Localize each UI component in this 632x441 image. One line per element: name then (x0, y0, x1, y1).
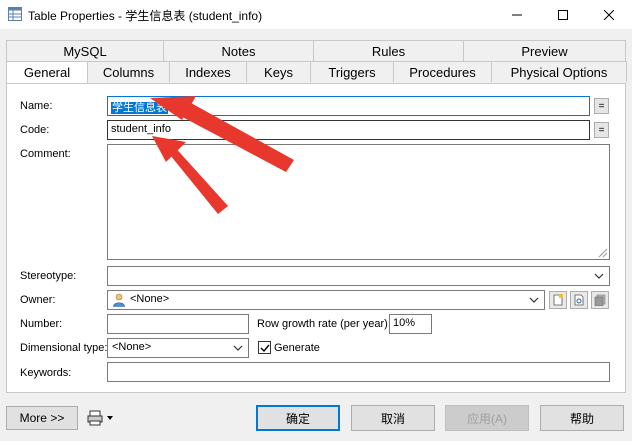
tab-keys[interactable]: Keys (246, 61, 311, 82)
tab-mysql[interactable]: MySQL (6, 40, 164, 61)
tab-rules[interactable]: Rules (313, 40, 464, 61)
user-icon (113, 293, 125, 307)
name-label: Name: (20, 100, 53, 112)
stereotype-dropdown[interactable] (107, 266, 610, 286)
new-owner-button[interactable] (549, 291, 567, 309)
maximize-icon (558, 9, 568, 20)
tab-row-back: MySQL Notes Rules Preview (6, 40, 626, 61)
cancel-button[interactable]: 取消 (351, 405, 435, 431)
tab-triggers[interactable]: Triggers (310, 61, 394, 82)
tab-indexes[interactable]: Indexes (169, 61, 247, 82)
tab-general[interactable]: General (6, 61, 88, 83)
properties-icon (594, 294, 606, 306)
window-title: Table Properties - 学生信息表 (student_info) (28, 9, 263, 23)
dimensional-value: <None> (112, 341, 152, 353)
number-label: Number: (20, 318, 63, 330)
code-label: Code: (20, 124, 50, 136)
browse-icon (574, 294, 584, 306)
comment-textarea[interactable] (107, 144, 610, 260)
owner-dropdown[interactable]: <None> (107, 290, 545, 310)
tab-row-front: General Columns Indexes Keys Triggers Pr… (6, 61, 627, 83)
comment-label: Comment: (20, 148, 71, 160)
code-eq-button[interactable]: = (594, 122, 609, 138)
minimize-button[interactable] (494, 0, 540, 29)
print-menu-button[interactable] (82, 406, 120, 430)
chevron-down-icon (233, 345, 243, 351)
dimensional-dropdown[interactable]: <None> (107, 338, 249, 358)
name-eq-button[interactable]: = (594, 98, 609, 114)
owner-value: <None> (130, 293, 170, 305)
dimensional-label: Dimensional type: (20, 342, 108, 354)
new-document-icon (553, 294, 563, 306)
owner-label: Owner: (20, 294, 56, 306)
title-bar: Table Properties - 学生信息表 (student_info) (0, 0, 632, 29)
help-button[interactable]: 帮助 (540, 405, 624, 431)
more-button[interactable]: More >> (6, 406, 78, 430)
tab-procedures[interactable]: Procedures (393, 61, 492, 82)
code-field[interactable]: student_info (107, 120, 590, 140)
keywords-field[interactable] (107, 362, 610, 382)
tab-physical-options[interactable]: Physical Options (491, 61, 627, 82)
generate-checkbox[interactable] (258, 341, 271, 354)
properties-owner-button[interactable] (591, 291, 609, 309)
chevron-down-icon (594, 273, 604, 279)
printer-icon (87, 410, 113, 426)
growth-label: Row growth rate (per year): (257, 318, 391, 330)
apply-button[interactable]: 应用(A) (445, 405, 529, 431)
name-value: 学生信息表 (111, 102, 168, 114)
generate-label: Generate (274, 342, 320, 354)
growth-field[interactable]: 10% (389, 314, 432, 334)
chevron-down-icon (529, 297, 539, 303)
tab-columns[interactable]: Columns (87, 61, 170, 82)
number-field[interactable] (107, 314, 249, 334)
close-icon (604, 9, 614, 20)
tab-preview[interactable]: Preview (463, 40, 626, 61)
close-button[interactable] (586, 0, 632, 29)
check-icon (260, 344, 270, 352)
tab-notes[interactable]: Notes (163, 40, 314, 61)
name-field[interactable]: 学生信息表 (107, 96, 590, 116)
stereotype-label: Stereotype: (20, 270, 77, 282)
resize-grip-icon (598, 248, 608, 258)
keywords-label: Keywords: (20, 367, 72, 379)
maximize-button[interactable] (540, 0, 586, 29)
table-icon (8, 7, 22, 21)
minimize-icon (512, 14, 522, 15)
ok-button[interactable]: 确定 (256, 405, 340, 431)
browse-owner-button[interactable] (570, 291, 588, 309)
